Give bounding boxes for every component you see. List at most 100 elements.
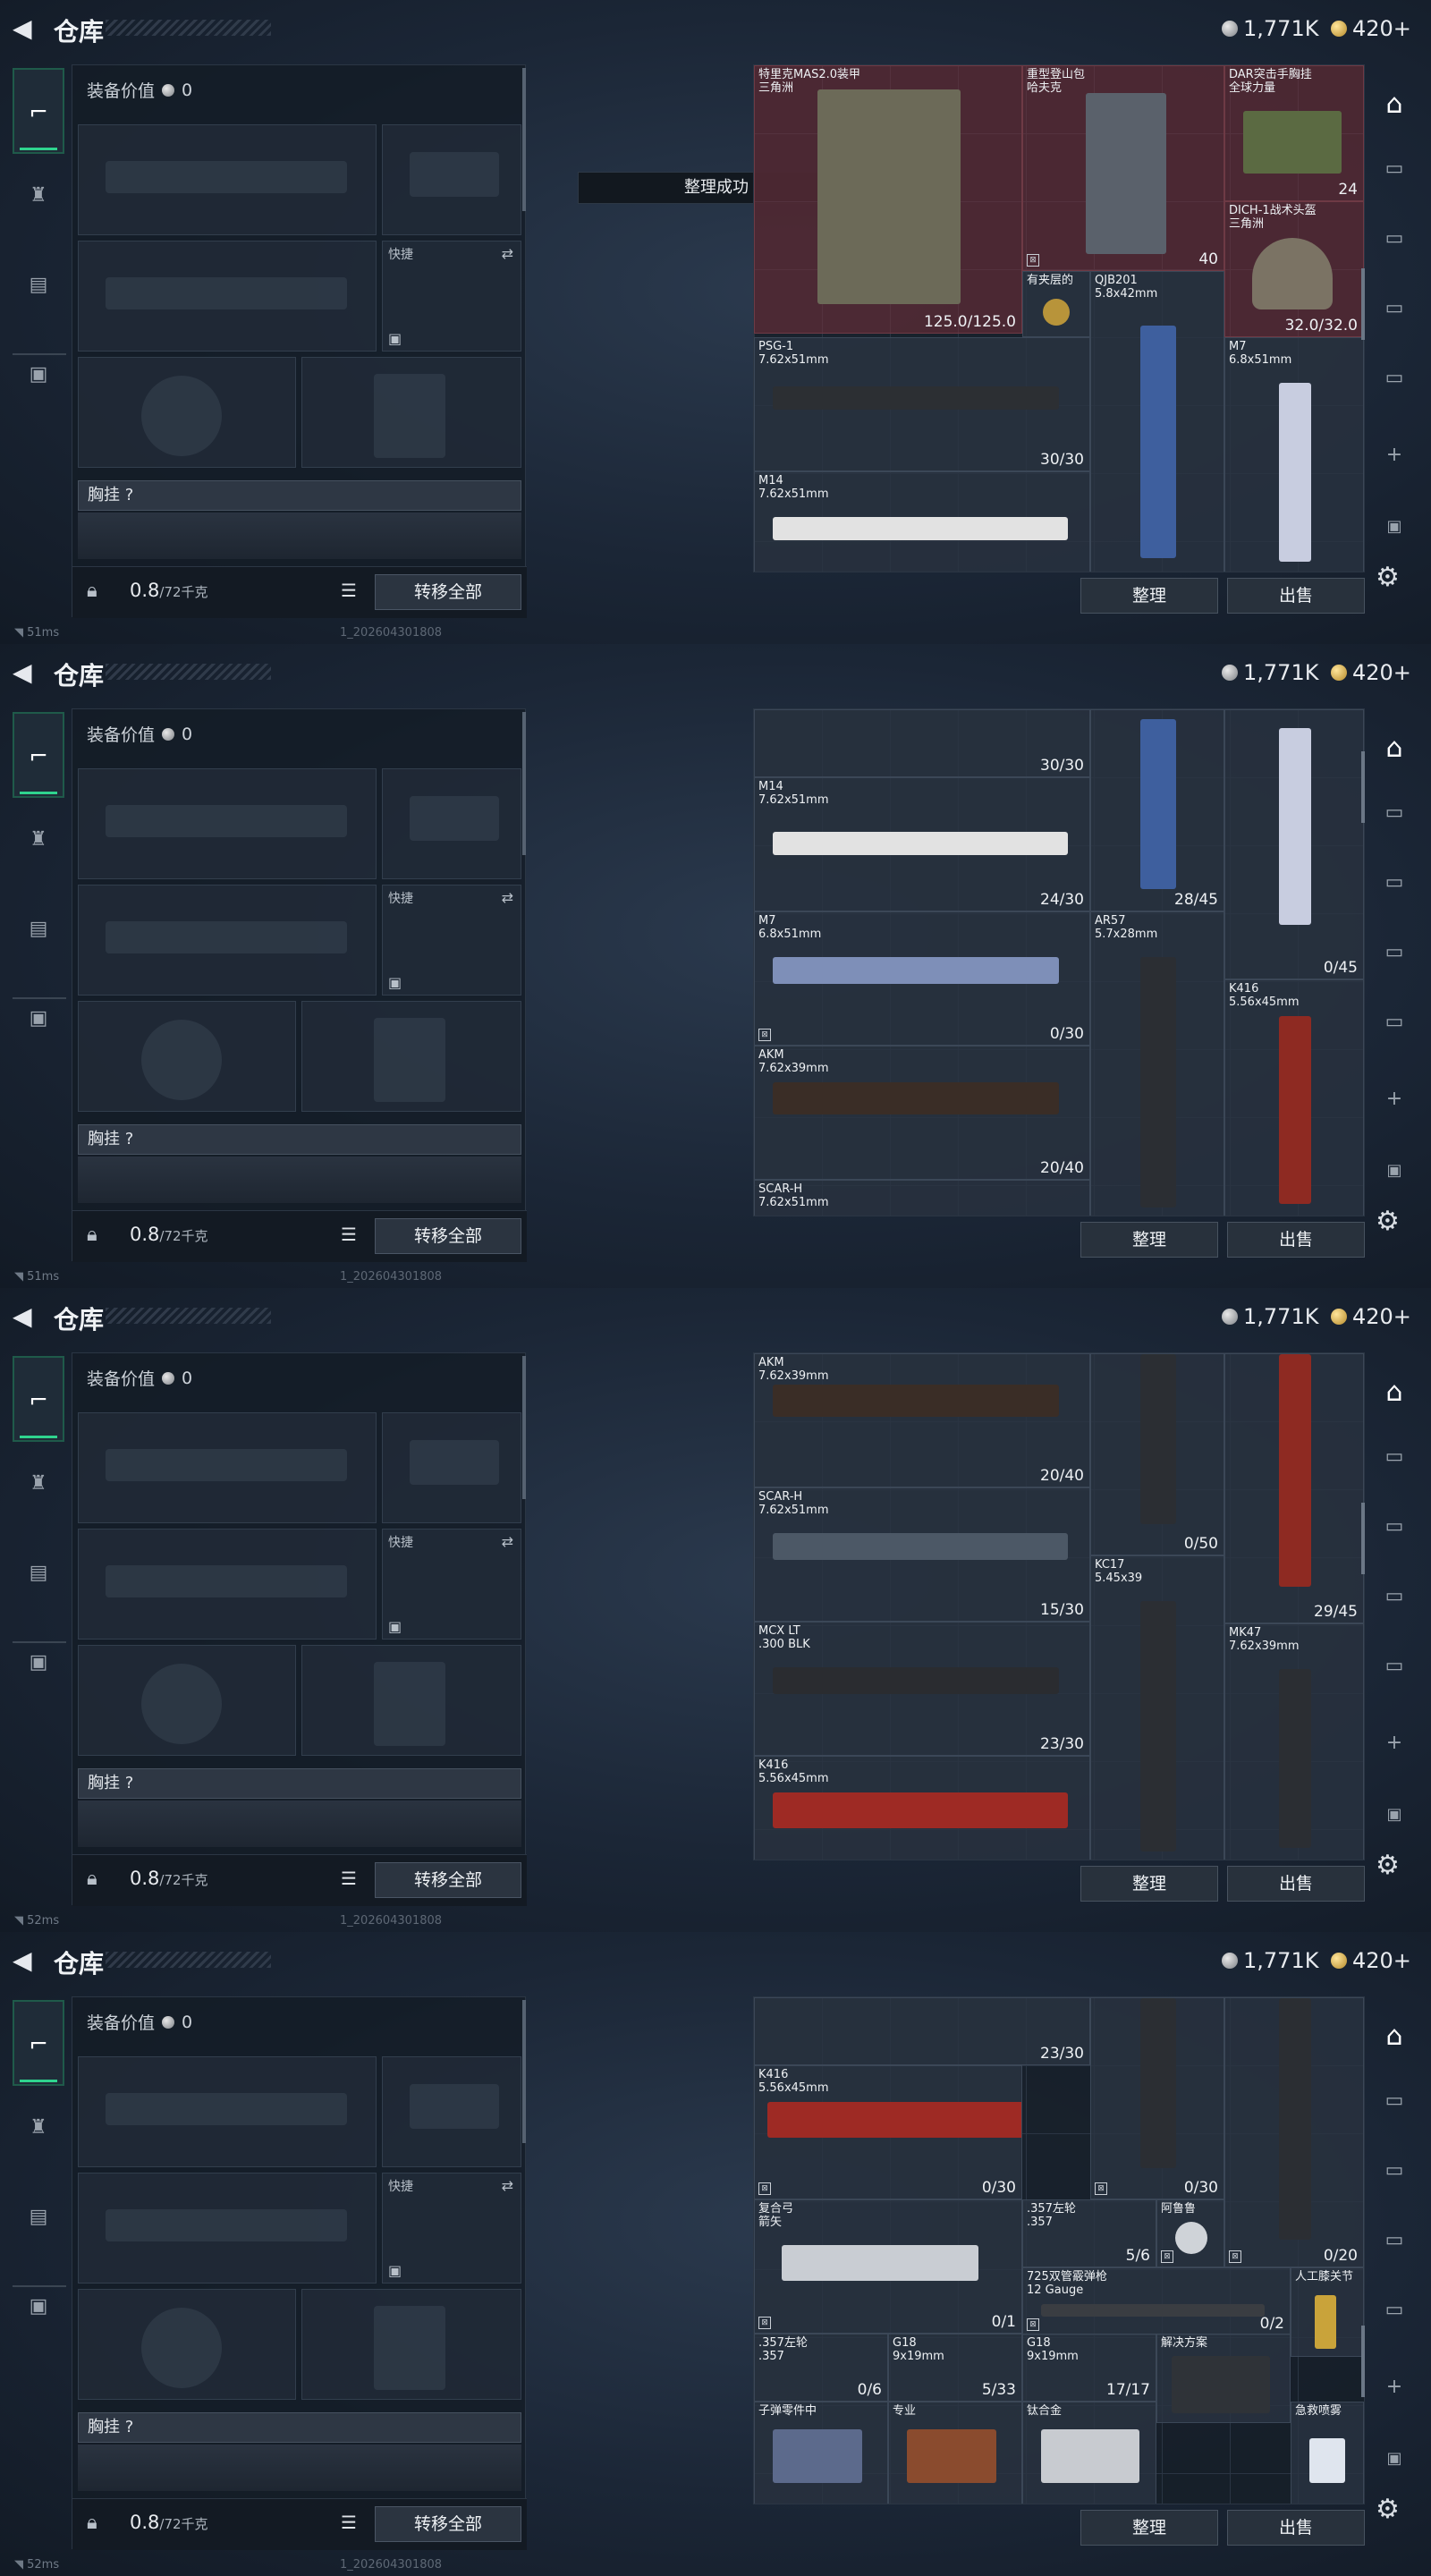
storage-tab-icon[interactable]: ▭ — [1379, 2086, 1410, 2116]
back-arrow-icon[interactable]: ◀ — [13, 1304, 39, 1331]
rifle-item[interactable]: 28/45 — [1090, 709, 1224, 911]
misc-item[interactable]: 专业 — [888, 2402, 1022, 2504]
rifle-item[interactable]: SCAR-H 7.62x51mm — [754, 1180, 1090, 1216]
secondary-weapon-slot[interactable] — [78, 1529, 377, 1640]
rifle-item[interactable]: M14 7.62x51mm — [754, 471, 1090, 572]
backpack-tab-icon[interactable]: ▤ — [20, 911, 57, 948]
backpack-tab-icon[interactable]: ▤ — [20, 1555, 57, 1592]
settings-gear-icon[interactable]: ⚙ — [1376, 2494, 1400, 2525]
backpack-item[interactable]: 重型登山包 哈夫克 ⊠ 40 — [1022, 65, 1224, 271]
storage-tab-icon[interactable]: ▭ — [1379, 224, 1410, 254]
backpack-tab-icon[interactable]: ▤ — [20, 267, 57, 304]
rifle-item[interactable]: SCAR-H 7.62x51mm 15/30 — [754, 1487, 1090, 1622]
settings-gear-icon[interactable]: ⚙ — [1376, 562, 1400, 593]
sell-button[interactable]: 出售 — [1227, 2510, 1365, 2546]
sort-button[interactable]: 整理 — [1080, 578, 1218, 614]
add-icon[interactable]: + — [1379, 440, 1410, 470]
rifle-item[interactable]: M14 7.62x51mm 24/30 — [754, 777, 1090, 911]
lock-icon[interactable]: ▣ — [1379, 512, 1410, 542]
storage-scrollbar[interactable] — [1361, 268, 1365, 340]
lock-icon[interactable]: ▣ — [1379, 1156, 1410, 1186]
swap-icon[interactable]: ⇄ — [502, 1533, 513, 1550]
transfer-all-button[interactable]: 转移全部 — [375, 1218, 521, 1254]
transfer-all-button[interactable]: 转移全部 — [375, 1862, 521, 1898]
back-arrow-icon[interactable]: ◀ — [13, 660, 39, 687]
secondary-weapon-slot[interactable] — [78, 885, 377, 996]
revolver-item[interactable]: .357左轮 .357 0/6 — [754, 2334, 888, 2402]
list-icon[interactable]: ☰ — [341, 2512, 362, 2533]
transfer-all-button[interactable]: 转移全部 — [375, 2506, 521, 2542]
revolver-item[interactable]: .357左轮 .357 5/6 — [1022, 2199, 1156, 2267]
melee-slot[interactable]: 快捷 ⇄ ▣ — [382, 2173, 521, 2284]
pistol-slot[interactable] — [382, 768, 521, 879]
misc-item[interactable]: 子弹零件中 — [754, 2402, 888, 2504]
rifle-item[interactable]: KC17 5.45x39 — [1090, 1555, 1224, 1860]
add-icon[interactable]: + — [1379, 1084, 1410, 1114]
swap-icon[interactable]: ⇄ — [502, 2177, 513, 2194]
primary-weapon-slot[interactable] — [78, 768, 377, 879]
primary-weapon-slot[interactable] — [78, 124, 377, 235]
shotgun-item[interactable]: 725双管霰弹枪 12 Gauge ⊠ 0/2 — [1022, 2267, 1291, 2335]
storage-tab-icon[interactable]: ▭ — [1379, 1651, 1410, 1682]
armor-slot[interactable] — [301, 357, 521, 468]
swap-icon[interactable]: ⇄ — [502, 245, 513, 262]
rifle-item[interactable]: ⊠ 0/20 — [1224, 1997, 1364, 2267]
primary-weapon-slot[interactable] — [78, 2056, 377, 2167]
chest-rig-slot[interactable]: 胸挂 ? — [78, 1124, 521, 1155]
pistol-slot[interactable] — [382, 1412, 521, 1523]
helmet-slot[interactable] — [78, 1001, 296, 1112]
settings-gear-icon[interactable]: ⚙ — [1376, 1206, 1400, 1237]
storage-tab-icon[interactable]: ▭ — [1379, 1007, 1410, 1038]
melee-slot[interactable]: 快捷 ⇄ ▣ — [382, 885, 521, 996]
rifle-item[interactable]: 29/45 — [1224, 1353, 1364, 1623]
gun-tab-icon[interactable]: ⌐ — [13, 68, 64, 154]
helmet-item[interactable]: DICH-1战术头盔 三角洲 32.0/32.0 — [1224, 201, 1364, 337]
rifle-item[interactable]: 23/30 — [754, 1997, 1090, 2065]
back-arrow-icon[interactable]: ◀ — [13, 16, 39, 43]
misc-item[interactable]: 人工膝关节 — [1291, 2267, 1364, 2357]
list-icon[interactable]: ☰ — [341, 580, 362, 601]
storage-tab-icon[interactable]: ▭ — [1379, 1581, 1410, 1612]
rifle-item[interactable]: AR57 5.7x28mm — [1090, 911, 1224, 1216]
case-item[interactable]: 解决方案 — [1156, 2334, 1291, 2423]
storage-scrollbar[interactable] — [1361, 751, 1365, 823]
case-tab-icon[interactable]: ▣ — [20, 356, 57, 394]
loadout-scrollbar[interactable] — [522, 2000, 526, 2143]
sniper-item[interactable]: PSG-1 7.62x51mm 30/30 — [754, 337, 1090, 471]
pistol-item[interactable]: G18 9x19mm 17/17 — [1022, 2334, 1156, 2402]
warehouse-icon[interactable]: ⌂ — [1379, 1377, 1410, 1408]
back-arrow-icon[interactable]: ◀ — [13, 1948, 39, 1975]
helmet-slot[interactable] — [78, 357, 296, 468]
sort-button[interactable]: 整理 — [1080, 2510, 1218, 2546]
storage-scrollbar[interactable] — [1361, 2326, 1365, 2397]
rifle-item[interactable]: 0/45 — [1224, 709, 1364, 979]
helmet-slot[interactable] — [78, 1645, 296, 1756]
storage-tab-icon[interactable]: ▭ — [1379, 2225, 1410, 2256]
swap-icon[interactable]: ⇄ — [502, 889, 513, 906]
storage-tab-icon[interactable]: ▭ — [1379, 154, 1410, 184]
chest-rig-slot[interactable]: 胸挂 ? — [78, 480, 521, 511]
rifle-item[interactable]: K416 5.56x45mm — [754, 1756, 1090, 1860]
transfer-all-button[interactable]: 转移全部 — [375, 574, 521, 610]
storage-tab-icon[interactable]: ▭ — [1379, 293, 1410, 324]
storage-tab-icon[interactable]: ▭ — [1379, 363, 1410, 394]
chest-rig-slot[interactable]: 胸挂 ? — [78, 2412, 521, 2443]
sniper-item[interactable]: 30/30 — [754, 709, 1090, 777]
bow-item[interactable]: 复合弓 箭矢 ⊠ 0/1 — [754, 2199, 1022, 2334]
storage-tab-icon[interactable]: ▭ — [1379, 2295, 1410, 2326]
rifle-item[interactable]: ⊠ 0/30 — [1090, 1997, 1224, 2199]
sell-button[interactable]: 出售 — [1227, 578, 1365, 614]
case-tab-icon[interactable]: ▣ — [20, 2288, 57, 2326]
chest-rig-slot[interactable]: 胸挂 ? — [78, 1768, 521, 1799]
backpack-tab-icon[interactable]: ▤ — [20, 2199, 57, 2236]
settings-gear-icon[interactable]: ⚙ — [1376, 1850, 1400, 1881]
case-tab-icon[interactable]: ▣ — [20, 1000, 57, 1038]
armor-tab-icon[interactable]: ♜ — [20, 821, 57, 859]
gun-tab-icon[interactable]: ⌐ — [13, 1356, 64, 1442]
storage-scrollbar[interactable] — [1361, 1503, 1365, 1574]
melee-slot[interactable]: 快捷 ⇄ ▣ — [382, 1529, 521, 1640]
armor-tab-icon[interactable]: ♜ — [20, 177, 57, 215]
storage-tab-icon[interactable]: ▭ — [1379, 868, 1410, 898]
pistol-item[interactable]: G18 9x19mm 5/33 — [888, 2334, 1022, 2402]
rifle-item[interactable]: K416 5.56x45mm ⊠ 0/30 — [754, 2065, 1022, 2199]
